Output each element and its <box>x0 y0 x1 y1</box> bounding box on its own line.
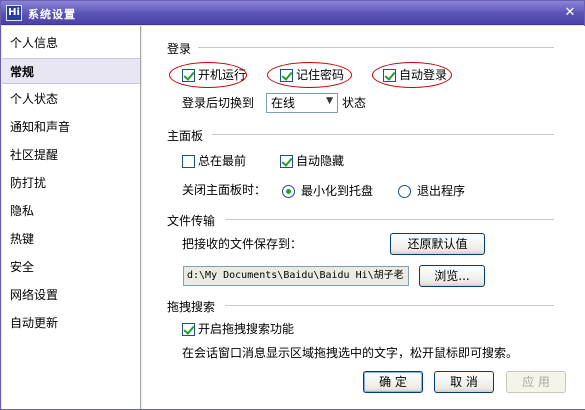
settings-window: Hi 系统设置 ✕ 个人信息 常规 个人状态 通知和声音 社区提醒 防打扰 隐私… <box>0 0 585 410</box>
restore-default-button[interactable]: 还原默认值 <box>390 233 485 255</box>
auto-start-checkbox[interactable]: 开机运行 <box>182 66 246 84</box>
auto-hide-label: 自动隐藏 <box>296 154 345 168</box>
window-title: 系统设置 <box>28 8 76 21</box>
save-path-field[interactable]: d:\My Documents\Baidu\Baidu Hi\胡子老 <box>183 266 409 286</box>
status-suffix-label: 状态 <box>342 96 367 110</box>
checkbox-unchecked-icon <box>182 154 195 168</box>
exit-program-radio[interactable]: 退出程序 <box>398 182 465 200</box>
apply-button[interactable]: 应 用 <box>506 371 566 393</box>
always-on-top-checkbox[interactable]: 总在最前 <box>182 152 246 170</box>
sidebar-item-hotkeys[interactable]: 热键 <box>2 226 140 252</box>
radio-unselected-icon <box>398 184 411 198</box>
file-transfer-section-title: 文件传输 <box>167 214 216 228</box>
chevron-down-icon: ▼ <box>326 96 333 106</box>
close-icon: ✕ <box>564 5 576 20</box>
browse-button[interactable]: 浏览... <box>419 265 485 287</box>
drag-search-section-title: 拖拽搜索 <box>167 300 216 314</box>
always-on-top-label: 总在最前 <box>198 154 247 168</box>
login-section-title: 登录 <box>167 42 192 56</box>
auto-start-label: 开机运行 <box>198 68 247 82</box>
general-settings-panel: 登录 开机运行 记住密码 自动登录 登录后切换到 在线 ▼ 状态 主面板 总在最… <box>142 26 585 409</box>
enable-drag-search-checkbox[interactable]: 开启拖拽搜索功能 <box>182 320 294 338</box>
divider <box>198 47 554 48</box>
auto-hide-checkbox[interactable]: 自动隐藏 <box>280 152 344 170</box>
close-panel-label: 关闭主面板时： <box>182 183 267 197</box>
main-panel-section-title: 主面板 <box>167 129 204 143</box>
save-location-label: 把接收的文件保存到： <box>182 237 303 251</box>
sidebar-item-security[interactable]: 安全 <box>2 254 140 280</box>
checkbox-checked-icon <box>280 154 293 168</box>
checkbox-checked-icon <box>182 68 195 82</box>
sidebar-item-update[interactable]: 自动更新 <box>2 310 140 336</box>
switch-status-label: 登录后切换到 <box>182 96 255 110</box>
sidebar-item-dnd[interactable]: 防打扰 <box>2 170 140 196</box>
divider <box>212 134 554 135</box>
checkbox-checked-icon <box>182 322 195 336</box>
cancel-button[interactable]: 取 消 <box>434 371 494 393</box>
auto-login-label: 自动登录 <box>399 68 448 82</box>
sidebar-item-community[interactable]: 社区提醒 <box>2 142 140 168</box>
sidebar-item-privacy[interactable]: 隐私 <box>2 198 140 224</box>
remember-password-label: 记住密码 <box>296 68 345 82</box>
auto-login-checkbox[interactable]: 自动登录 <box>383 66 447 84</box>
minimize-to-tray-label: 最小化到托盘 <box>301 184 374 198</box>
status-select-value: 在线 <box>271 96 296 110</box>
divider <box>225 305 554 306</box>
ok-button[interactable]: 确 定 <box>363 371 423 393</box>
sidebar-item-status[interactable]: 个人状态 <box>2 86 140 112</box>
divider <box>225 219 554 220</box>
sidebar-item-profile[interactable]: 个人信息 <box>2 30 140 56</box>
checkbox-checked-icon <box>280 68 293 82</box>
remember-password-checkbox[interactable]: 记住密码 <box>280 66 344 84</box>
sidebar-item-general[interactable]: 常规 <box>2 58 140 84</box>
sidebar: 个人信息 常规 个人状态 通知和声音 社区提醒 防打扰 隐私 热键 安全 网络设… <box>2 26 141 409</box>
minimize-to-tray-radio[interactable]: 最小化到托盘 <box>282 182 373 200</box>
close-button[interactable]: ✕ <box>562 5 578 21</box>
sidebar-item-network[interactable]: 网络设置 <box>2 282 140 308</box>
title-bar[interactable]: Hi 系统设置 ✕ <box>1 1 584 25</box>
sidebar-item-notifications[interactable]: 通知和声音 <box>2 114 140 140</box>
checkbox-checked-icon <box>383 68 396 82</box>
radio-selected-icon <box>282 184 295 198</box>
drag-search-description: 在会话窗口消息显示区域拖拽选中的文字，松开鼠标即可搜索。 <box>182 346 519 360</box>
enable-drag-search-label: 开启拖拽搜索功能 <box>198 322 295 336</box>
status-select[interactable]: 在线 ▼ <box>266 93 338 113</box>
exit-program-label: 退出程序 <box>417 184 466 198</box>
app-icon: Hi <box>6 5 22 21</box>
